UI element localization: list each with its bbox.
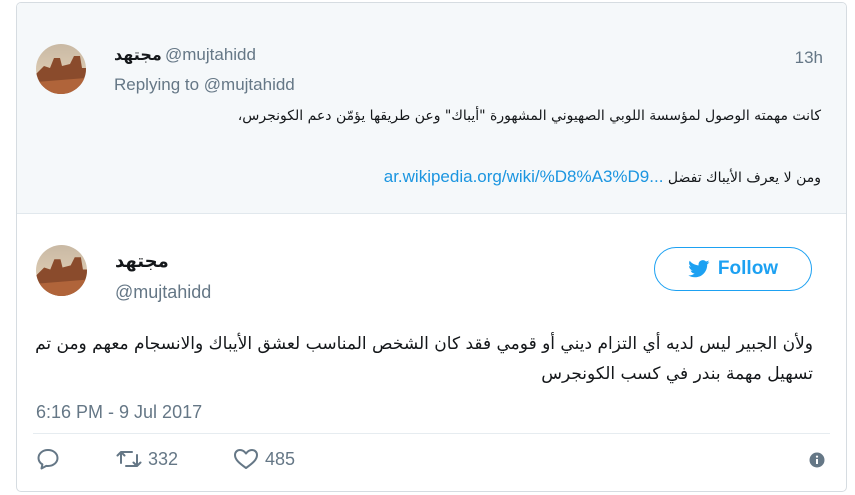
tweet-text: ولأن الجبير ليس لديه أي التزام ديني أو ق… — [35, 334, 813, 384]
tweet-embed-card: مجتهد @mujtahidd 13h Replying to @mujtah… — [16, 2, 847, 492]
retweet-count: 332 — [148, 448, 179, 469]
info-icon[interactable] — [809, 452, 825, 468]
replying-to-mention[interactable]: @mujtahidd — [204, 75, 295, 94]
follow-label: Follow — [717, 258, 779, 279]
avatar[interactable] — [36, 44, 86, 94]
replying-to: Replying to @mujtahidd — [114, 75, 295, 95]
handle[interactable]: @mujtahidd — [115, 282, 211, 303]
tweet-date[interactable]: 6:16 PM - 9 Jul 2017 — [36, 402, 202, 423]
display-name[interactable]: مجتهد — [115, 251, 169, 272]
follow-button[interactable]: Follow — [654, 247, 812, 291]
tweet-text: كانت مهمته الوصول لمؤسسة اللوبي الصهيوني… — [237, 108, 821, 124]
divider — [33, 433, 830, 434]
reply-button[interactable] — [36, 448, 60, 470]
retweet-button[interactable]: 332 — [116, 448, 178, 470]
twitter-bird-icon — [688, 260, 710, 278]
retweet-icon — [116, 448, 142, 470]
reply-icon — [36, 448, 60, 470]
tweet-text-line: ومن لا يعرف الأيباك تفضل — [667, 170, 821, 186]
timestamp[interactable]: 13h — [795, 48, 823, 68]
like-count: 485 — [265, 448, 296, 469]
like-icon — [233, 448, 259, 470]
avatar[interactable] — [36, 245, 87, 296]
tweet-text-link-line: ومن لا يعرف الأيباك تفضل ar.wikipedia.or… — [114, 162, 821, 193]
tweet-link[interactable]: ar.wikipedia.org/wiki/%D8%A3%D9... — [384, 167, 664, 186]
handle[interactable]: @mujtahidd — [165, 45, 256, 65]
replying-to-label: Replying to — [114, 75, 204, 94]
display-name[interactable]: مجتهد — [114, 45, 162, 64]
like-button[interactable]: 485 — [233, 448, 295, 470]
parent-tweet[interactable]: مجتهد @mujtahidd 13h Replying to @mujtah… — [17, 3, 846, 214]
